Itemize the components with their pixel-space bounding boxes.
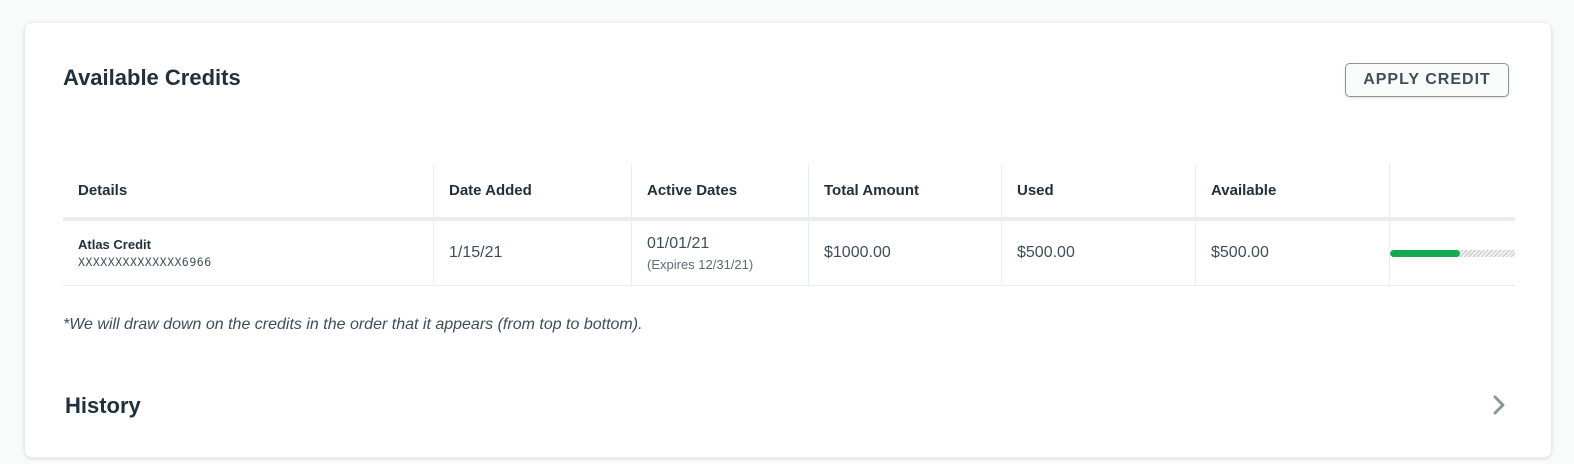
active-expires-date: (Expires 12/31/21) <box>647 256 754 272</box>
header-progress-spacer <box>1390 164 1515 217</box>
table-header-row: Details Date Added Active Dates Total Am… <box>63 164 1515 221</box>
cell-usage-bar <box>1390 221 1515 285</box>
active-start-date: 01/01/21 <box>647 234 710 252</box>
header-available: Available <box>1196 164 1390 217</box>
header-used: Used <box>1002 164 1196 217</box>
credit-usage-progress-bar <box>1390 249 1515 257</box>
available-credits-card: Available Credits APPLY CREDIT Details D… <box>24 22 1552 458</box>
cell-details: Atlas Credit XXXXXXXXXXXXXX6966 <box>63 221 434 285</box>
credit-name: Atlas Credit <box>78 237 151 252</box>
cell-used: $500.00 <box>1002 221 1196 285</box>
cell-active-dates: 01/01/21 (Expires 12/31/21) <box>632 221 809 285</box>
cell-available: $500.00 <box>1196 221 1390 285</box>
credit-usage-progress-fill <box>1390 249 1460 257</box>
header-total-amount: Total Amount <box>809 164 1002 217</box>
chevron-right-icon-svg <box>1493 395 1505 415</box>
credits-table: Details Date Added Active Dates Total Am… <box>63 164 1515 286</box>
cell-total-amount: $1000.00 <box>809 221 1002 285</box>
draw-down-footnote: *We will draw down on the credits in the… <box>63 316 643 333</box>
credit-id: XXXXXXXXXXXXXX6966 <box>78 255 212 269</box>
table-row: Atlas Credit XXXXXXXXXXXXXX6966 1/15/21 … <box>63 221 1515 286</box>
history-section-title[interactable]: History <box>65 393 141 419</box>
card-title: Available Credits <box>63 65 241 90</box>
apply-credit-button[interactable]: APPLY CREDIT <box>1345 63 1509 97</box>
header-date-added: Date Added <box>434 164 632 217</box>
header-active-dates: Active Dates <box>632 164 809 217</box>
cell-date-added: 1/15/21 <box>434 221 632 285</box>
header-details: Details <box>63 164 434 217</box>
chevron-right-icon[interactable] <box>1489 395 1509 415</box>
